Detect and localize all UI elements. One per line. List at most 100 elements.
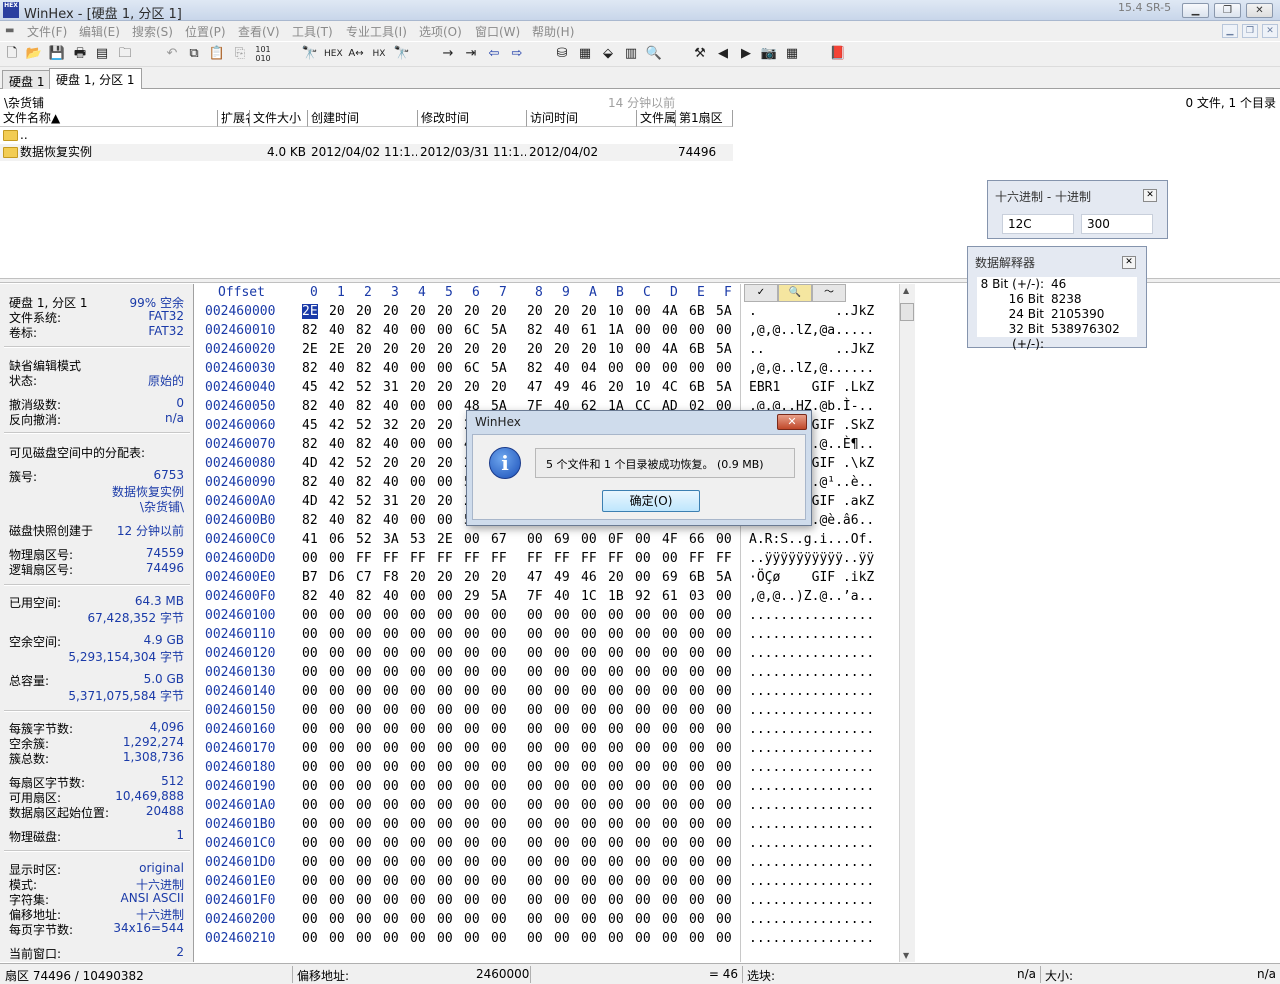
hex-byte[interactable]: 00: [329, 741, 345, 756]
hex-byte[interactable]: FF: [581, 551, 597, 566]
save-icon[interactable]: 💾: [48, 45, 66, 63]
hex-byte[interactable]: 00: [383, 646, 399, 661]
hex-byte[interactable]: 00: [527, 760, 543, 775]
hex-byte[interactable]: FF: [383, 551, 399, 566]
hex-byte[interactable]: 00: [464, 608, 480, 623]
hex-byte[interactable]: 00: [410, 437, 426, 452]
hex-byte[interactable]: 00: [329, 684, 345, 699]
hex-byte[interactable]: 40: [383, 589, 399, 604]
hex-byte[interactable]: 82: [356, 437, 372, 452]
hex-byte[interactable]: 20: [437, 380, 453, 395]
ascii-text[interactable]: ................: [749, 722, 874, 737]
hex-byte[interactable]: 00: [716, 741, 732, 756]
hex-byte[interactable]: 00: [464, 893, 480, 908]
hex-byte[interactable]: 00: [581, 817, 597, 832]
hex-byte[interactable]: 00: [464, 798, 480, 813]
hex-byte[interactable]: 42: [329, 418, 345, 433]
undo-icon[interactable]: ↶: [163, 45, 181, 63]
copy-icon[interactable]: ⧉: [185, 45, 203, 63]
hex-byte[interactable]: 00: [581, 760, 597, 775]
goto-offset-icon[interactable]: →: [439, 45, 457, 63]
hex-byte[interactable]: 47: [527, 380, 543, 395]
menu-edit[interactable]: 编辑(E): [79, 23, 120, 40]
hex-byte[interactable]: 00: [662, 608, 678, 623]
help-book-icon[interactable]: 📕: [829, 45, 847, 63]
hex-byte[interactable]: 00: [410, 874, 426, 889]
hex-byte[interactable]: 00: [437, 817, 453, 832]
hex-byte[interactable]: 20: [527, 304, 543, 319]
hex-byte[interactable]: 00: [716, 817, 732, 832]
hex-byte[interactable]: 00: [689, 665, 705, 680]
hex-byte[interactable]: 00: [662, 665, 678, 680]
hex-byte[interactable]: 82: [356, 513, 372, 528]
hex-byte[interactable]: 20: [464, 304, 480, 319]
hex-byte[interactable]: 00: [464, 741, 480, 756]
hex-byte[interactable]: 00: [581, 608, 597, 623]
tab-disk[interactable]: 硬盘 1: [2, 70, 52, 89]
open-folder-icon[interactable]: 🗀: [116, 45, 134, 63]
hex-byte[interactable]: 00: [491, 855, 507, 870]
hex-byte[interactable]: 20: [383, 456, 399, 471]
hex-byte[interactable]: 00: [635, 798, 651, 813]
hex-byte[interactable]: 00: [689, 931, 705, 946]
hex-byte[interactable]: 00: [356, 684, 372, 699]
column-header-created[interactable]: 创建时间: [308, 110, 418, 127]
table-icon[interactable]: ▦: [783, 45, 801, 63]
hex-byte[interactable]: 00: [464, 817, 480, 832]
hex-byte[interactable]: 20: [410, 342, 426, 357]
hex-byte[interactable]: 40: [329, 475, 345, 490]
hex-byte[interactable]: 00: [302, 912, 318, 927]
hex-byte[interactable]: 00: [608, 874, 624, 889]
hex-byte[interactable]: 7F: [527, 589, 543, 604]
ascii-text[interactable]: ................: [749, 646, 874, 661]
hex-byte[interactable]: 00: [464, 855, 480, 870]
hex-byte[interactable]: 00: [554, 893, 570, 908]
decimal-input[interactable]: 300: [1081, 214, 1153, 234]
hex-byte[interactable]: FF: [356, 551, 372, 566]
hex-byte[interactable]: 40: [554, 361, 570, 376]
ascii-text[interactable]: ‚@‚@..lZ‚@a.....: [749, 323, 874, 338]
hex-byte[interactable]: 00: [437, 608, 453, 623]
hex-byte[interactable]: FF: [716, 551, 732, 566]
hex-byte[interactable]: 00: [302, 855, 318, 870]
ascii-text[interactable]: ................: [749, 798, 874, 813]
hex-byte[interactable]: 40: [329, 361, 345, 376]
hex-byte[interactable]: 00: [356, 798, 372, 813]
hex-byte[interactable]: 00: [356, 703, 372, 718]
hex-byte[interactable]: 5A: [716, 570, 732, 585]
hex-byte[interactable]: 00: [635, 817, 651, 832]
menu-position[interactable]: 位置(P): [185, 23, 226, 40]
text-view-icon[interactable]: ✓: [744, 284, 778, 302]
hex-byte[interactable]: 00: [689, 703, 705, 718]
paste-icon[interactable]: 📋: [208, 45, 226, 63]
mdi-close-button[interactable]: ✕: [1262, 24, 1278, 38]
hex-byte[interactable]: 00: [635, 646, 651, 661]
hex-byte[interactable]: 5A: [716, 380, 732, 395]
ascii-text[interactable]: ................: [749, 684, 874, 699]
file-row-folder[interactable]: 数据恢复实例 4.0 KB 2012/04/02 11:1... 2012/03…: [0, 144, 733, 161]
hex-byte[interactable]: 00: [716, 646, 732, 661]
hex-byte[interactable]: 00: [608, 836, 624, 851]
hex-byte[interactable]: 00: [410, 722, 426, 737]
hex-byte[interactable]: 00: [329, 551, 345, 566]
menu-tools[interactable]: 工具(T): [292, 23, 333, 40]
hex-byte[interactable]: 00: [581, 931, 597, 946]
hex-byte[interactable]: 20: [527, 342, 543, 357]
hex-byte[interactable]: 20: [410, 304, 426, 319]
hex-byte[interactable]: 00: [527, 798, 543, 813]
hex-byte[interactable]: 00: [662, 646, 678, 661]
hex-byte[interactable]: 00: [383, 893, 399, 908]
hex-byte[interactable]: 00: [410, 608, 426, 623]
hex-byte[interactable]: 00: [527, 722, 543, 737]
hex-byte[interactable]: 82: [527, 323, 543, 338]
print-icon[interactable]: 🖶: [71, 45, 89, 63]
hex-byte[interactable]: 20: [608, 570, 624, 585]
hex-byte[interactable]: 00: [635, 304, 651, 319]
hex-byte[interactable]: 00: [383, 779, 399, 794]
hex-byte[interactable]: 00: [356, 608, 372, 623]
hex-byte[interactable]: 00: [383, 627, 399, 642]
hex-byte[interactable]: 00: [662, 741, 678, 756]
hex-byte[interactable]: 00: [689, 684, 705, 699]
hex-byte[interactable]: 40: [554, 589, 570, 604]
hex-byte[interactable]: 00: [635, 570, 651, 585]
